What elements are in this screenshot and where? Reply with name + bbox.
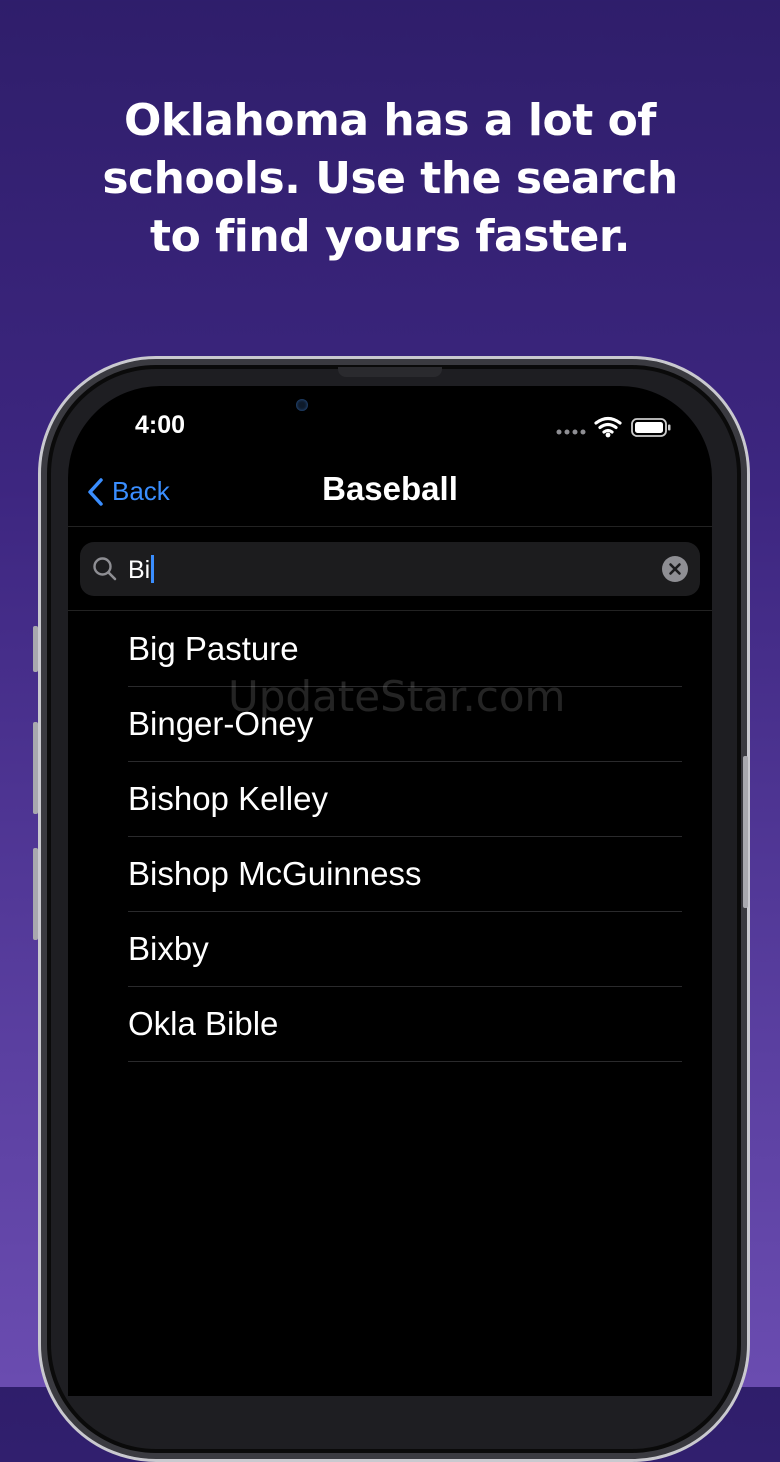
headline-line-3: to find yours faster. xyxy=(150,211,630,262)
list-item[interactable]: Bixby xyxy=(128,912,682,987)
list-item-label: Bixby xyxy=(128,930,209,967)
close-icon xyxy=(669,563,681,575)
chevron-left-icon xyxy=(88,477,103,506)
list-item-label: Bishop McGuinness xyxy=(128,855,422,892)
clear-search-button[interactable] xyxy=(662,556,688,582)
list-item[interactable]: Binger-Oney xyxy=(128,687,682,762)
phone-side-button xyxy=(33,626,38,672)
nav-divider xyxy=(68,526,712,527)
list-item-label: Binger-Oney xyxy=(128,705,314,742)
phone-power-button xyxy=(743,756,748,908)
search-field-text[interactable]: Bi xyxy=(128,555,155,585)
list-item-label: Big Pasture xyxy=(128,630,299,667)
search-value: Bi xyxy=(128,556,151,584)
promo-headline: Oklahoma has a lot of schools. Use the s… xyxy=(0,92,780,266)
back-button[interactable]: Back xyxy=(86,476,170,507)
search-divider xyxy=(68,610,712,611)
wifi-icon xyxy=(594,416,622,434)
list-item[interactable]: Big Pasture xyxy=(128,612,682,687)
page-title: Baseball xyxy=(322,470,458,507)
headline-line-2: schools. Use the search xyxy=(102,153,678,204)
results-list: Big Pasture Binger-Oney Bishop Kelley Bi… xyxy=(128,612,682,1062)
text-caret xyxy=(151,555,155,583)
signal-dots-icon xyxy=(556,429,586,435)
status-icons xyxy=(556,414,672,440)
list-item-label: Okla Bible xyxy=(128,1005,279,1042)
list-item[interactable]: Okla Bible xyxy=(128,987,682,1062)
search-input[interactable]: Bi xyxy=(80,542,700,596)
front-camera xyxy=(296,399,308,411)
search-icon xyxy=(93,557,117,581)
phone-speaker xyxy=(338,367,442,377)
list-item[interactable]: Bishop McGuinness xyxy=(128,837,682,912)
phone-volume-down xyxy=(33,848,38,940)
list-item-label: Bishop Kelley xyxy=(128,780,328,817)
phone-volume-up xyxy=(33,722,38,814)
battery-icon xyxy=(631,418,671,437)
back-label: Back xyxy=(112,476,170,506)
list-item[interactable]: Bishop Kelley xyxy=(128,762,682,837)
headline-line-1: Oklahoma has a lot of xyxy=(124,95,656,146)
status-time: 4:00 xyxy=(135,411,186,439)
